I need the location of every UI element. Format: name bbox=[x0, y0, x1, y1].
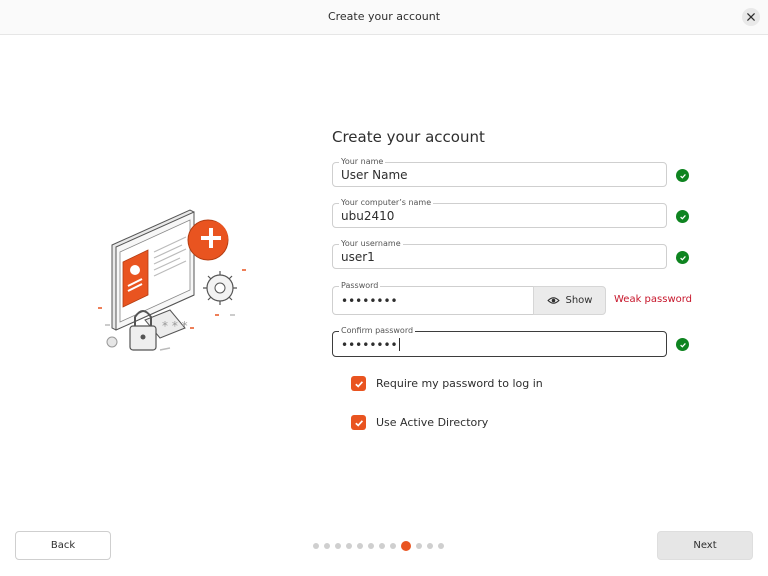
require-password-option[interactable]: Require my password to log in bbox=[351, 376, 543, 391]
password-field-value: •••••••• bbox=[341, 294, 398, 308]
account-illustration: * * * bbox=[98, 209, 246, 351]
username-field-label: Your username bbox=[339, 239, 403, 248]
next-button[interactable]: Next bbox=[657, 531, 753, 560]
page-dot bbox=[390, 543, 396, 549]
page-dot-current bbox=[401, 541, 411, 551]
page-dot bbox=[324, 543, 330, 549]
confirm-password-valid-icon bbox=[676, 338, 689, 351]
name-valid-icon bbox=[676, 169, 689, 182]
back-button[interactable]: Back bbox=[15, 531, 111, 560]
window-title: Create your account bbox=[327, 10, 441, 23]
username-field[interactable]: Your username user1 bbox=[332, 239, 667, 269]
password-field[interactable]: Password •••••••• bbox=[332, 281, 534, 315]
eye-icon bbox=[546, 297, 560, 304]
page-dot bbox=[379, 543, 385, 549]
page-dot bbox=[335, 543, 341, 549]
password-strength-text: Weak password bbox=[614, 294, 693, 305]
computer-name-field-value: ubu2410 bbox=[341, 209, 395, 223]
page-dot bbox=[313, 543, 319, 549]
username-valid-icon bbox=[676, 251, 689, 264]
checkmark-icon bbox=[354, 419, 363, 427]
show-password-button[interactable]: Show bbox=[533, 286, 606, 315]
computer-name-valid-icon bbox=[676, 210, 689, 223]
active-directory-checkbox[interactable] bbox=[351, 415, 366, 430]
name-field-value: User Name bbox=[341, 168, 408, 182]
svg-text:* * *: * * * bbox=[162, 319, 188, 333]
require-password-label: Require my password to log in bbox=[376, 377, 543, 390]
name-field-label: Your name bbox=[339, 157, 386, 166]
close-icon bbox=[747, 13, 755, 21]
close-button[interactable] bbox=[742, 8, 760, 26]
confirm-password-field-label: Confirm password bbox=[339, 326, 416, 335]
password-field-label: Password bbox=[339, 281, 381, 290]
title-bar: Create your account bbox=[0, 0, 768, 35]
text-caret bbox=[398, 338, 400, 351]
page-dot bbox=[416, 543, 422, 549]
checkmark-icon bbox=[354, 380, 363, 388]
computer-name-field-label: Your computer’s name bbox=[339, 198, 434, 207]
page-indicator bbox=[313, 541, 444, 551]
confirm-password-field[interactable]: Confirm password •••••••• bbox=[332, 326, 667, 357]
computer-name-field[interactable]: Your computer’s name ubu2410 bbox=[332, 198, 667, 228]
page-dot bbox=[368, 543, 374, 549]
show-password-label: Show bbox=[565, 295, 593, 306]
active-directory-option[interactable]: Use Active Directory bbox=[351, 415, 488, 430]
page-dot bbox=[357, 543, 363, 549]
active-directory-label: Use Active Directory bbox=[376, 416, 489, 429]
page-dot bbox=[427, 543, 433, 549]
confirm-password-field-value: •••••••• bbox=[341, 338, 398, 352]
page-dot bbox=[346, 543, 352, 549]
require-password-checkbox[interactable] bbox=[351, 376, 366, 391]
form-heading: Create your account bbox=[332, 128, 485, 146]
name-field[interactable]: Your name User Name bbox=[332, 157, 667, 187]
page-dot bbox=[438, 543, 444, 549]
username-field-value: user1 bbox=[341, 250, 375, 264]
